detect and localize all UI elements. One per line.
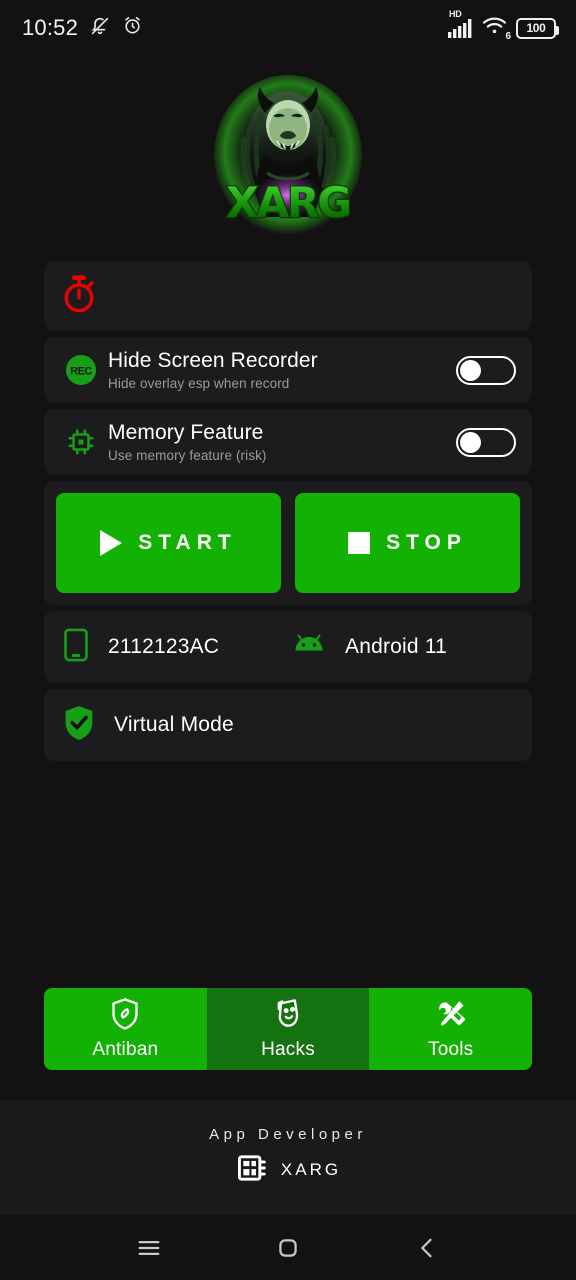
bell-off-icon bbox=[89, 15, 111, 42]
menu-icon[interactable] bbox=[122, 1221, 176, 1275]
battery-level-label: 100 bbox=[526, 21, 546, 35]
bottom-tab-bar: Antiban Hacks Tools bbox=[44, 988, 532, 1070]
toggle-subtitle: Hide overlay esp when record bbox=[108, 376, 290, 392]
xarg-monster-logo: XARG bbox=[203, 69, 373, 249]
stop-button-label: STOP bbox=[386, 531, 467, 554]
footer-title: App Developer bbox=[209, 1125, 367, 1143]
chevron-left-icon[interactable] bbox=[400, 1221, 454, 1275]
theater-mask-icon bbox=[272, 997, 304, 1036]
toggle-row[interactable]: REC Hide Screen Recorder Hide overlay es… bbox=[44, 337, 532, 403]
toggle-row[interactable]: Memory Feature Use memory feature (risk) bbox=[44, 409, 532, 475]
footer: App Developer XARG bbox=[0, 1100, 576, 1215]
tab-hacks[interactable]: Hacks bbox=[206, 988, 370, 1070]
app-logo-area: XARG bbox=[0, 56, 576, 261]
status-bar: 10:52 HD 6 100 bbox=[0, 0, 576, 56]
memory-chip-icon bbox=[58, 427, 104, 457]
wifi-generation-label: 6 bbox=[505, 31, 511, 42]
wifi-icon: 6 bbox=[482, 16, 511, 42]
status-time: 10:52 bbox=[22, 15, 79, 40]
footer-developer-name: XARG bbox=[280, 1160, 342, 1179]
play-icon bbox=[100, 530, 123, 556]
toggle-text-block: Memory Feature Use memory feature (risk) bbox=[104, 421, 456, 464]
stop-button[interactable]: STOP bbox=[295, 493, 520, 593]
os-version-label: Android 11 bbox=[345, 635, 448, 658]
battery-indicator: 100 bbox=[516, 17, 559, 39]
toggle-text-block: Hide Screen Recorder Hide overlay esp wh… bbox=[104, 349, 456, 392]
hd-label: HD bbox=[449, 8, 462, 19]
device-model-label: 2112123AC bbox=[108, 635, 220, 658]
stopwatch-icon bbox=[60, 274, 98, 319]
hide-screen-recorder-switch[interactable] bbox=[456, 355, 516, 385]
status-bar-right: HD 6 100 bbox=[448, 9, 559, 42]
alarm-clock-icon bbox=[122, 15, 143, 41]
device-info-card: 2112123AC Android 11 bbox=[44, 611, 532, 683]
home-square-icon[interactable] bbox=[261, 1221, 315, 1275]
android-robot-icon bbox=[289, 632, 329, 663]
signal-bars-icon: HD bbox=[448, 9, 473, 38]
tools-icon bbox=[435, 997, 467, 1036]
svg-text:REC: REC bbox=[70, 366, 92, 378]
hide-screen-recorder-card: REC Hide Screen Recorder Hide overlay es… bbox=[44, 337, 532, 403]
smartphone-icon bbox=[62, 628, 90, 667]
toggle-subtitle: Use memory feature (risk) bbox=[108, 448, 267, 464]
stop-square-icon bbox=[348, 532, 371, 554]
shield-link-icon bbox=[109, 997, 141, 1036]
memory-feature-card: Memory Feature Use memory feature (risk) bbox=[44, 409, 532, 475]
action-buttons-card: START STOP bbox=[44, 481, 532, 605]
device-model-group: 2112123AC bbox=[62, 628, 289, 667]
start-button[interactable]: START bbox=[56, 493, 281, 593]
shield-check-icon bbox=[62, 704, 96, 747]
android-navigation-bar bbox=[0, 1216, 576, 1280]
os-version-group: Android 11 bbox=[289, 632, 516, 663]
switch-knob bbox=[460, 359, 481, 381]
tab-antiban[interactable]: Antiban bbox=[44, 988, 207, 1070]
tab-hacks-label: Hacks bbox=[261, 1039, 315, 1060]
timer-card[interactable] bbox=[44, 261, 532, 331]
virtual-mode-label: Virtual Mode bbox=[114, 713, 234, 736]
tab-antiban-label: Antiban bbox=[92, 1039, 159, 1060]
chip-icon bbox=[235, 1151, 269, 1190]
status-bar-left: 10:52 bbox=[22, 15, 143, 42]
footer-developer-row: XARG bbox=[235, 1151, 341, 1190]
switch-knob bbox=[460, 431, 481, 453]
main-content: REC Hide Screen Recorder Hide overlay es… bbox=[0, 261, 576, 761]
tab-tools[interactable]: Tools bbox=[369, 988, 532, 1070]
virtual-mode-card[interactable]: Virtual Mode bbox=[44, 689, 532, 761]
rec-circle-icon: REC bbox=[58, 353, 104, 387]
tab-tools-label: Tools bbox=[428, 1039, 474, 1060]
toggle-title: Memory Feature bbox=[108, 420, 264, 444]
memory-feature-switch[interactable] bbox=[456, 427, 516, 457]
start-button-label: START bbox=[138, 531, 237, 554]
svg-text:XARG: XARG bbox=[226, 178, 350, 227]
toggle-title: Hide Screen Recorder bbox=[108, 348, 318, 372]
